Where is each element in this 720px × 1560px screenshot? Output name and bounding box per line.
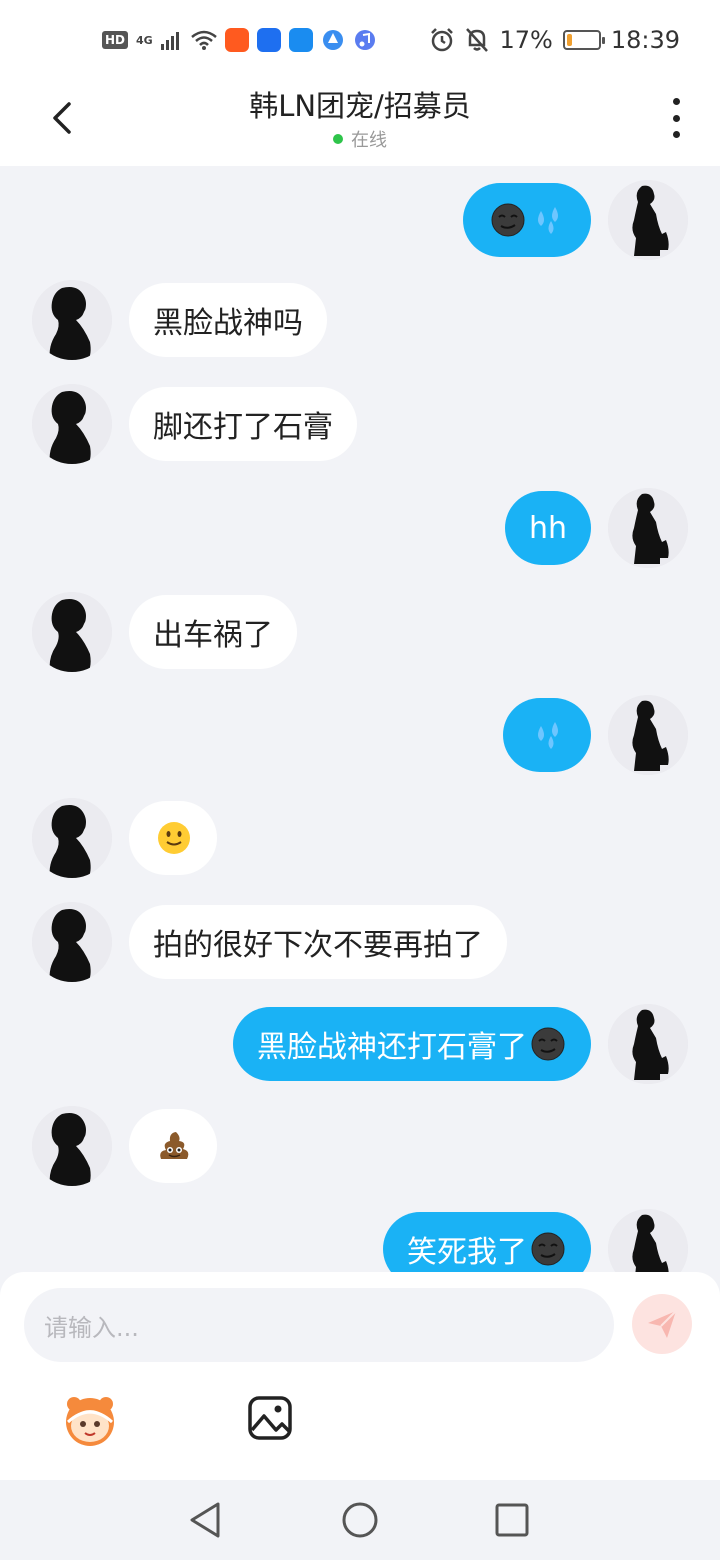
my-avatar-silhouette bbox=[608, 1004, 688, 1084]
contact-avatar[interactable] bbox=[32, 384, 112, 464]
online-status: 在线 bbox=[333, 126, 387, 152]
incoming-message bbox=[0, 1106, 720, 1186]
paper-plane-icon bbox=[648, 1310, 677, 1338]
my-avatar[interactable] bbox=[608, 180, 688, 260]
message-text: 出车祸了 bbox=[153, 618, 273, 653]
message-bubble[interactable]: 出车祸了 bbox=[129, 595, 297, 669]
image-icon[interactable] bbox=[246, 1394, 294, 1442]
message-text: 拍的很好下次不要再拍了 bbox=[153, 928, 483, 963]
clock: 18:39 bbox=[610, 26, 680, 54]
hd-badge: HD bbox=[102, 31, 129, 49]
my-avatar-silhouette bbox=[608, 180, 688, 260]
message-bubble[interactable]: 黑脸战神吗 bbox=[129, 283, 327, 357]
outgoing-message: hh bbox=[0, 488, 720, 568]
my-avatar[interactable] bbox=[608, 1004, 688, 1084]
message-bubble[interactable]: 拍的很好下次不要再拍了 bbox=[129, 905, 507, 979]
music-app-icon bbox=[354, 30, 375, 50]
contact-avatar[interactable] bbox=[32, 902, 112, 982]
message-text: 黑脸战神吗 bbox=[153, 306, 303, 341]
message-bubble[interactable]: 黑脸战神还打石膏了 bbox=[233, 1007, 591, 1081]
message-text: 笑死我了 bbox=[407, 1235, 527, 1270]
battery-icon bbox=[562, 30, 605, 50]
battery-percent: 17% bbox=[499, 26, 553, 54]
message-text: hh bbox=[528, 510, 567, 546]
message-input-placeholder: 请输入... bbox=[44, 1313, 139, 1342]
message-bubble[interactable] bbox=[503, 698, 591, 772]
pile-of-poo-icon bbox=[160, 1132, 189, 1159]
mute-bell-icon bbox=[466, 28, 489, 52]
slightly-smiling-face-icon bbox=[158, 822, 190, 854]
message-text: 黑脸战神还打石膏了 bbox=[257, 1030, 527, 1065]
title-block: 韩LN团宠/招募员 在线 bbox=[0, 84, 720, 152]
my-avatar-silhouette bbox=[608, 488, 688, 568]
contact-avatar-silhouette bbox=[32, 902, 112, 982]
incoming-message: 出车祸了 bbox=[0, 592, 720, 672]
more-dot bbox=[672, 114, 680, 122]
outgoing-message bbox=[0, 695, 720, 775]
nav-home-icon[interactable] bbox=[340, 1500, 380, 1540]
kuaishou-app-icon bbox=[224, 28, 249, 52]
message-bubble[interactable] bbox=[129, 801, 217, 875]
message-text: 脚还打了石膏 bbox=[153, 410, 333, 445]
contact-avatar-silhouette bbox=[32, 384, 112, 464]
contact-avatar[interactable] bbox=[32, 1106, 112, 1186]
sweat-droplets-icon bbox=[538, 207, 558, 234]
bulb-app-icon bbox=[256, 28, 281, 52]
sweat-droplets-icon bbox=[538, 722, 558, 749]
message-bubble[interactable]: 脚还打了石膏 bbox=[129, 387, 357, 461]
incoming-message bbox=[0, 798, 720, 878]
back-icon[interactable] bbox=[42, 96, 86, 140]
status-left-icons: HD 4G bbox=[102, 28, 377, 52]
more-dot bbox=[672, 98, 680, 105]
message-bubble[interactable] bbox=[463, 183, 591, 257]
new-moon-face-icon bbox=[491, 203, 525, 237]
chat-message-list[interactable]: 黑脸战神吗脚还打了石膏 hh 出车祸了拍的很好下次不要再拍了黑脸战神还打石膏了笑死我… bbox=[0, 166, 720, 1272]
incoming-message: 脚还打了石膏 bbox=[0, 384, 720, 464]
wifi-icon bbox=[190, 30, 217, 50]
my-avatar[interactable] bbox=[608, 695, 688, 775]
input-panel: 请输入... bbox=[0, 1272, 720, 1480]
contact-avatar-silhouette bbox=[32, 1106, 112, 1186]
network-type: 4G bbox=[136, 33, 153, 47]
signal-icon bbox=[160, 32, 179, 50]
my-avatar[interactable] bbox=[608, 1209, 688, 1272]
game-app-icon bbox=[288, 28, 313, 52]
new-moon-face-icon bbox=[531, 1027, 565, 1061]
outgoing-message bbox=[0, 180, 720, 260]
status-right-icons: 17% 18:39 bbox=[429, 26, 680, 54]
alarm-icon bbox=[431, 28, 454, 52]
contact-avatar-silhouette bbox=[32, 592, 112, 672]
contact-avatar[interactable] bbox=[32, 592, 112, 672]
contact-avatar[interactable] bbox=[32, 280, 112, 360]
status-bar: HD 4G 17% 18:39 bbox=[0, 0, 720, 84]
new-moon-face-icon bbox=[531, 1232, 565, 1266]
contact-avatar-silhouette bbox=[32, 280, 112, 360]
browser-app-icon bbox=[322, 30, 343, 50]
send-button[interactable] bbox=[632, 1294, 692, 1354]
page-title: 韩LN团宠/招募员 bbox=[249, 89, 471, 123]
more-options-button[interactable] bbox=[666, 98, 686, 138]
outgoing-message: 笑死我了 bbox=[0, 1209, 720, 1272]
message-bubble[interactable] bbox=[129, 1109, 217, 1183]
my-avatar-silhouette bbox=[608, 1209, 688, 1272]
system-nav-bar bbox=[0, 1480, 720, 1560]
message-bubble[interactable]: 笑死我了 bbox=[383, 1212, 591, 1272]
my-avatar[interactable] bbox=[608, 488, 688, 568]
sticker-icon[interactable] bbox=[60, 1392, 120, 1448]
contact-avatar[interactable] bbox=[32, 798, 112, 878]
more-dot bbox=[672, 131, 680, 138]
contact-avatar-silhouette bbox=[32, 798, 112, 878]
my-avatar-silhouette bbox=[608, 695, 688, 775]
message-input[interactable]: 请输入... bbox=[24, 1288, 614, 1362]
nav-back-icon[interactable] bbox=[186, 1500, 226, 1540]
outgoing-message: 黑脸战神还打石膏了 bbox=[0, 1004, 720, 1084]
online-dot bbox=[333, 134, 343, 144]
incoming-message: 拍的很好下次不要再拍了 bbox=[0, 902, 720, 982]
online-status-label: 在线 bbox=[351, 130, 387, 151]
message-bubble[interactable]: hh bbox=[504, 491, 591, 565]
incoming-message: 黑脸战神吗 bbox=[0, 280, 720, 360]
chat-header: 韩LN团宠/招募员 在线 bbox=[0, 84, 720, 166]
nav-recents-icon[interactable] bbox=[492, 1500, 532, 1540]
